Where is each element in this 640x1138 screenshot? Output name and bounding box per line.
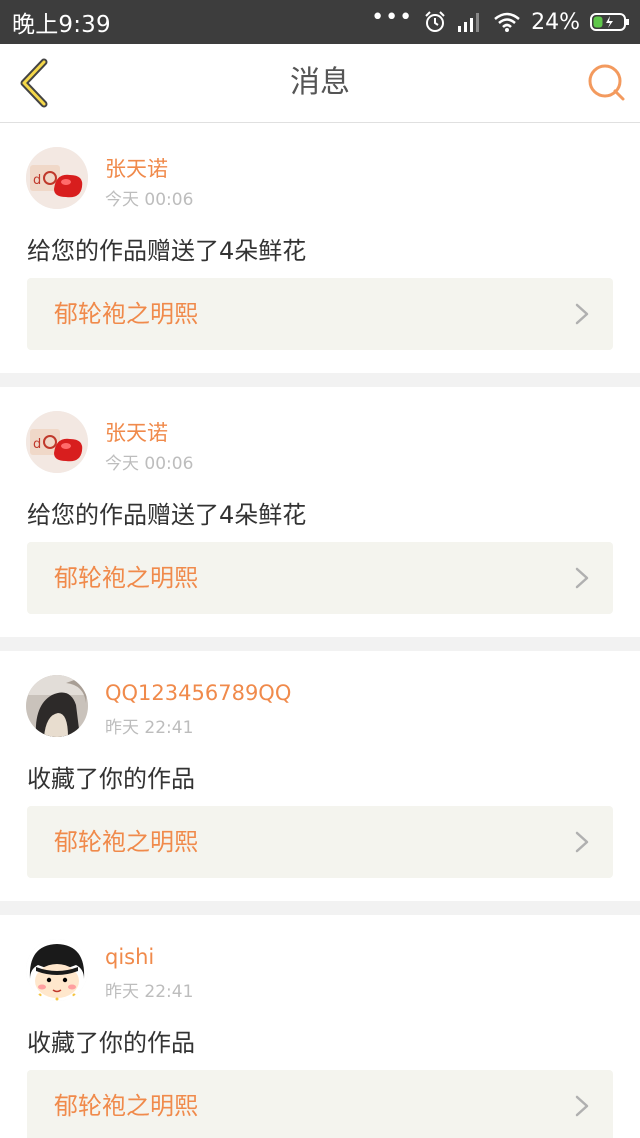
chevron-right-icon — [575, 831, 589, 853]
battery-charging-icon — [590, 13, 629, 31]
message-time: 今天 00:06 — [105, 454, 194, 474]
wifi-icon — [494, 12, 520, 32]
user-name[interactable]: 张天诺 — [105, 417, 168, 447]
search-icon[interactable] — [586, 62, 626, 102]
chevron-right-icon — [575, 567, 589, 589]
user-name[interactable]: qishi — [105, 945, 154, 969]
status-time: 晚上9:39 — [12, 12, 111, 38]
nav-bar: 消息 — [0, 44, 640, 123]
cartoon-avatar[interactable] — [26, 939, 88, 1001]
work-link[interactable]: 郁轮袍之明熙 — [27, 542, 613, 614]
message-card: d 张天诺 今天 00:06 给您的作品赠送了4朵鲜花 郁轮袍之明熙 — [0, 387, 640, 637]
signal-icon — [458, 13, 480, 32]
work-title: 郁轮袍之明熙 — [54, 564, 198, 592]
message-text: 收藏了你的作品 — [27, 765, 195, 793]
message-text: 给您的作品赠送了4朵鲜花 — [27, 237, 307, 265]
user-name[interactable]: 张天诺 — [105, 153, 168, 183]
status-icons: ••• 24% — [371, 5, 630, 35]
message-time: 昨天 22:41 — [105, 718, 194, 738]
work-title: 郁轮袍之明熙 — [54, 1092, 198, 1120]
heart-avatar[interactable]: d — [26, 147, 88, 209]
user-name[interactable]: QQ123456789QQ — [105, 681, 291, 705]
message-text: 收藏了你的作品 — [27, 1029, 195, 1057]
work-link[interactable]: 郁轮袍之明熙 — [27, 806, 613, 878]
status-bar: 晚上9:39 ••• 24% — [0, 0, 640, 44]
screen: 晚上9:39 ••• 24% 消息 d 张天诺 今天 00:06 给您的作品赠送… — [0, 0, 640, 1138]
svg-text:d: d — [33, 437, 41, 452]
chevron-right-icon — [575, 1095, 589, 1117]
message-card: qishi 昨天 22:41 收藏了你的作品 郁轮袍之明熙 — [0, 915, 640, 1138]
heart-avatar[interactable]: d — [26, 411, 88, 473]
work-link[interactable]: 郁轮袍之明熙 — [27, 278, 613, 350]
message-time: 昨天 22:41 — [105, 982, 194, 1002]
message-time: 今天 00:06 — [105, 190, 194, 210]
work-link[interactable]: 郁轮袍之明熙 — [27, 1070, 613, 1138]
work-title: 郁轮袍之明熙 — [54, 300, 198, 328]
photo-avatar[interactable] — [26, 675, 88, 737]
more-dots: ••• — [371, 5, 414, 30]
work-title: 郁轮袍之明熙 — [54, 828, 198, 856]
svg-text:d: d — [33, 173, 41, 188]
chevron-right-icon — [575, 303, 589, 325]
message-text: 给您的作品赠送了4朵鲜花 — [27, 501, 307, 529]
battery-percent: 24% — [531, 9, 580, 35]
message-card: QQ123456789QQ 昨天 22:41 收藏了你的作品 郁轮袍之明熙 — [0, 651, 640, 901]
message-card: d 张天诺 今天 00:06 给您的作品赠送了4朵鲜花 郁轮袍之明熙 — [0, 123, 640, 373]
page-title: 消息 — [290, 65, 350, 100]
alarm-icon — [425, 11, 445, 32]
